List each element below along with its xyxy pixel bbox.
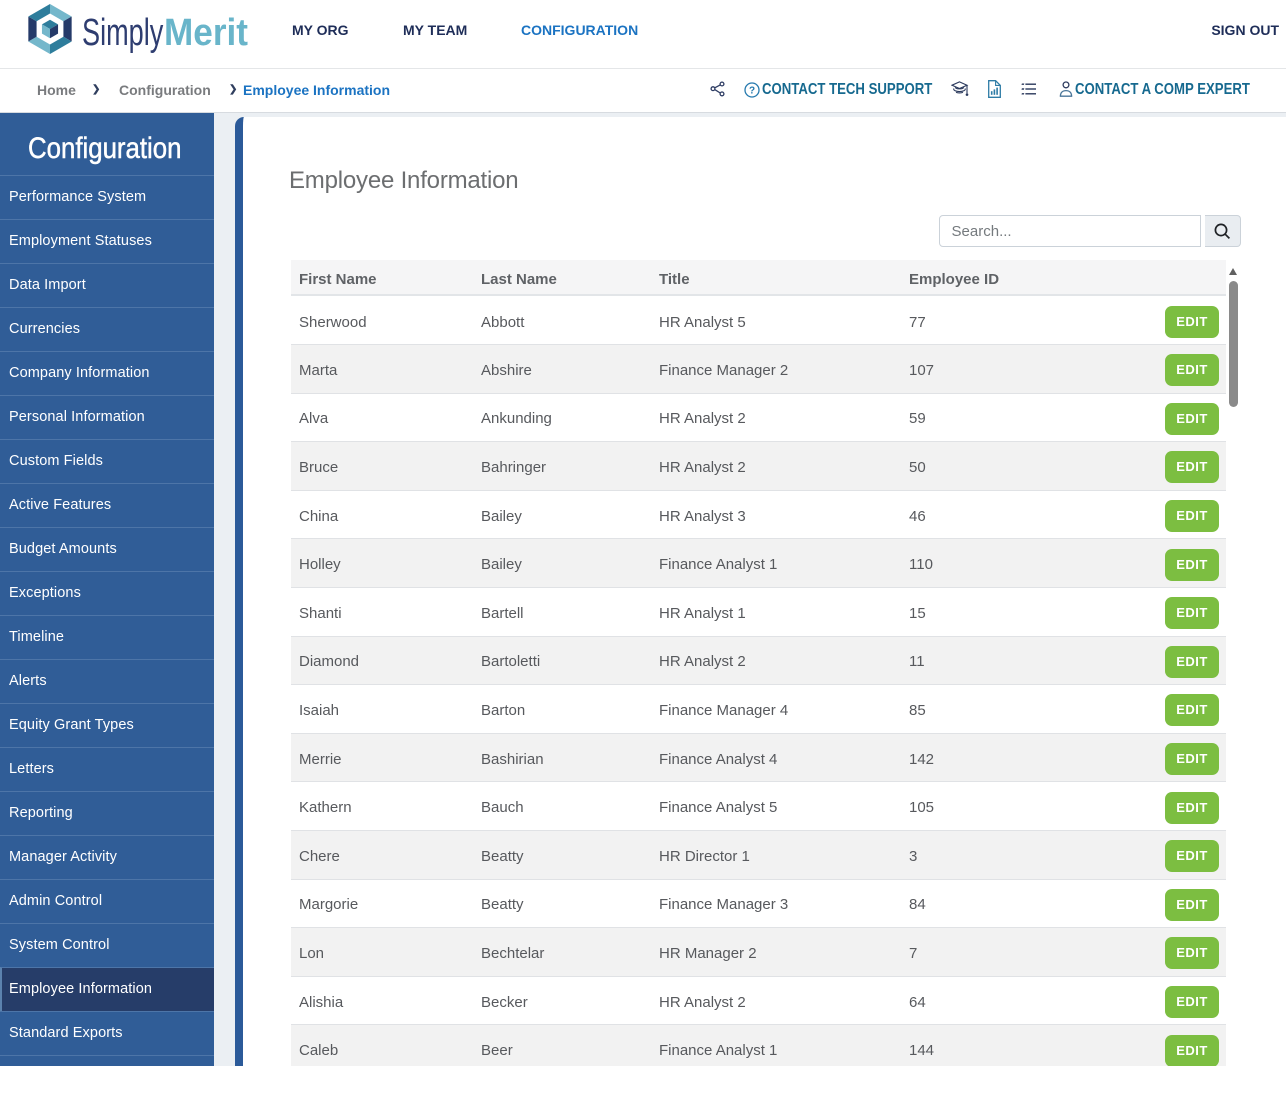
- svg-text:?: ?: [749, 85, 755, 96]
